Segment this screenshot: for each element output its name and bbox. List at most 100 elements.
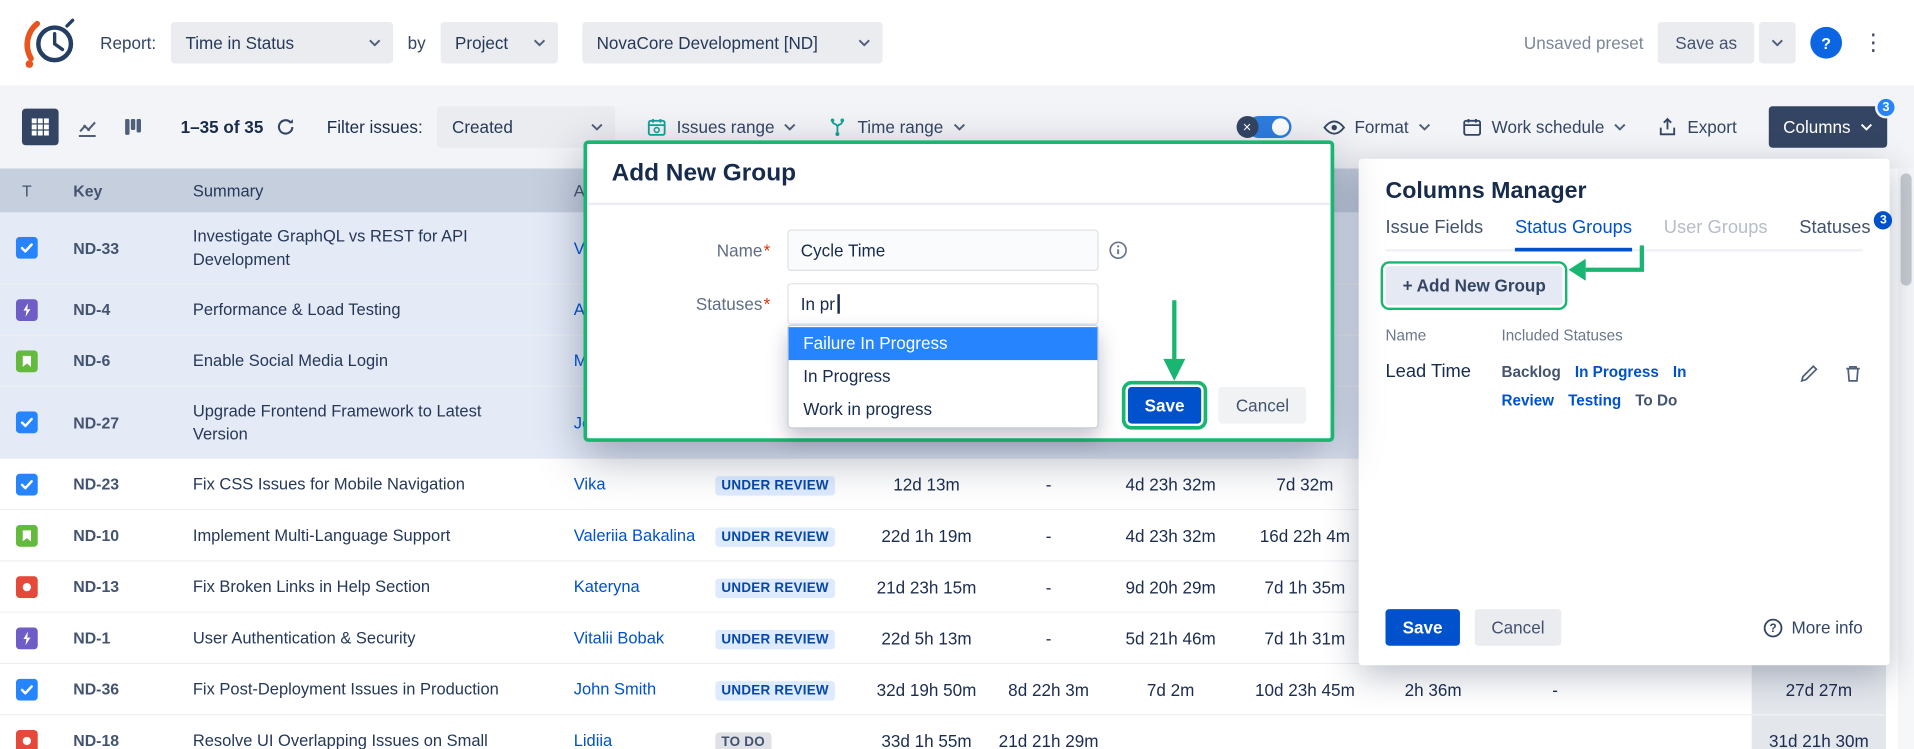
status-badge: TO DO xyxy=(715,732,771,749)
issue-summary[interactable]: Implement Multi-Language Support xyxy=(173,511,554,559)
export-icon xyxy=(1658,117,1678,137)
time-in-status-cell: - xyxy=(994,577,1104,597)
columns-button[interactable]: Columns 3 xyxy=(1768,106,1887,148)
statuses-input[interactable]: In pr xyxy=(787,283,1098,325)
table-row[interactable]: ND-36Fix Post-Deployment Issues in Produ… xyxy=(0,664,1886,715)
view-chart-button[interactable] xyxy=(68,109,105,146)
tab-status-groups[interactable]: Status Groups xyxy=(1515,217,1632,251)
col-summary-header[interactable]: Summary xyxy=(173,179,554,202)
total-time-cell: 31d 21h 30m xyxy=(1752,715,1886,749)
preset-status: Unsaved preset xyxy=(1524,33,1644,53)
issue-summary[interactable]: Resolve UI Overlapping Issues on Small xyxy=(173,717,554,749)
issue-assignee[interactable]: Vika xyxy=(554,475,708,493)
issue-key[interactable]: ND-13 xyxy=(54,577,174,595)
bug-icon xyxy=(16,576,38,598)
task-icon xyxy=(16,411,38,433)
issue-key[interactable]: ND-1 xyxy=(54,629,174,647)
dropdown-option[interactable]: Failure In Progress xyxy=(789,327,1098,360)
calendar-range-icon xyxy=(647,117,667,137)
results-count: 1–35 of 35 xyxy=(181,117,264,137)
issue-type-cell xyxy=(0,576,54,598)
bug-icon xyxy=(16,729,38,749)
save-as-chevron-button[interactable] xyxy=(1759,22,1796,64)
project-select[interactable]: NovaCore Development [ND] xyxy=(582,22,882,64)
more-menu-button[interactable]: ⋮ xyxy=(1857,31,1890,54)
issue-summary[interactable]: Fix CSS Issues for Mobile Navigation xyxy=(173,460,554,508)
text-cursor xyxy=(837,294,839,314)
report-type-select[interactable]: Time in Status xyxy=(171,22,393,64)
bolt-icon xyxy=(16,627,38,649)
tab-count-badge: 3 xyxy=(1874,211,1892,229)
issue-key[interactable]: ND-6 xyxy=(54,352,174,370)
tab-issue-fields[interactable]: Issue Fields xyxy=(1385,217,1483,251)
issue-summary[interactable]: Fix Post-Deployment Issues in Production xyxy=(173,665,554,713)
issue-key[interactable]: ND-18 xyxy=(54,731,174,749)
toggle-knob xyxy=(1271,118,1288,135)
chevron-down-icon xyxy=(591,123,603,130)
edit-group-button[interactable] xyxy=(1799,364,1819,384)
modal-cancel-button[interactable]: Cancel xyxy=(1219,387,1306,424)
work-schedule-button[interactable]: Work schedule xyxy=(1462,117,1626,137)
branch-icon xyxy=(828,117,848,137)
refresh-icon[interactable] xyxy=(276,117,296,137)
cm-footer: Save Cancel ? More info xyxy=(1359,609,1890,665)
dropdown-option[interactable]: In Progress xyxy=(789,360,1098,393)
issue-assignee[interactable]: Vitalii Bobak xyxy=(554,629,708,647)
issue-key[interactable]: ND-23 xyxy=(54,475,174,493)
more-info-label: More info xyxy=(1792,618,1863,638)
tab-label: Status Groups xyxy=(1515,217,1632,238)
issue-summary[interactable]: Upgrade Frontend Framework to Latest Ver… xyxy=(173,387,554,458)
panel-title: Columns Manager xyxy=(1385,178,1862,205)
issue-key[interactable]: ND-27 xyxy=(54,413,174,431)
cm-save-button[interactable]: Save xyxy=(1385,609,1459,646)
tab-statuses[interactable]: Statuses3 xyxy=(1799,217,1892,251)
delete-group-button[interactable] xyxy=(1843,364,1863,384)
help-button[interactable]: ? xyxy=(1810,27,1842,59)
clear-icon[interactable]: × xyxy=(1236,116,1258,138)
issue-summary[interactable]: Performance & Load Testing xyxy=(173,286,554,334)
name-input[interactable] xyxy=(787,229,1098,271)
format-button[interactable]: Format xyxy=(1323,117,1431,137)
issue-key[interactable]: ND-36 xyxy=(54,680,174,698)
scrollbar-thumb[interactable] xyxy=(1901,173,1912,285)
chevron-down-icon xyxy=(784,123,796,130)
col-key-header[interactable]: Key xyxy=(54,181,174,199)
cm-cancel-button[interactable]: Cancel xyxy=(1474,609,1561,646)
time-in-status-cell: 7d 32m xyxy=(1238,474,1372,494)
export-button[interactable]: Export xyxy=(1658,117,1737,137)
tab-label: Issue Fields xyxy=(1385,217,1483,238)
add-new-group-button[interactable]: + Add New Group xyxy=(1385,266,1562,305)
time-in-status-cell: - xyxy=(1494,679,1616,699)
issue-assignee[interactable]: Kateryna xyxy=(554,577,708,595)
more-info-link[interactable]: ? More info xyxy=(1762,617,1863,638)
issue-assignee[interactable]: Lidiia xyxy=(554,731,708,749)
issue-assignee[interactable]: John Smith xyxy=(554,680,708,698)
view-table-button[interactable] xyxy=(22,109,59,146)
status-badge: UNDER REVIEW xyxy=(715,629,835,649)
issue-assignee[interactable]: Valeriia Bakalina xyxy=(554,526,708,544)
issue-summary[interactable]: Investigate GraphQL vs REST for API Deve… xyxy=(173,212,554,283)
toggle-with-clear[interactable]: × xyxy=(1236,116,1291,138)
dropdown-option[interactable]: Work in progress xyxy=(789,393,1098,426)
issue-key[interactable]: ND-10 xyxy=(54,526,174,544)
task-icon xyxy=(16,473,38,495)
issue-status-cell: UNDER REVIEW xyxy=(708,473,859,495)
view-board-button[interactable] xyxy=(115,109,152,146)
issue-status-cell: UNDER REVIEW xyxy=(708,524,859,546)
issue-summary[interactable]: Fix Broken Links in Help Section xyxy=(173,563,554,611)
group-by-select[interactable]: Project xyxy=(440,22,557,64)
issue-key[interactable]: ND-33 xyxy=(54,239,174,257)
modal-save-button[interactable]: Save xyxy=(1128,387,1202,424)
issue-type-cell xyxy=(0,473,54,495)
save-as-button[interactable]: Save as xyxy=(1658,22,1754,64)
group-name: Lead Time xyxy=(1385,359,1501,385)
col-type-header[interactable]: T xyxy=(0,181,54,199)
table-row[interactable]: ND-18Resolve UI Overlapping Issues on Sm… xyxy=(0,715,1886,749)
issue-key[interactable]: ND-4 xyxy=(54,300,174,318)
issue-summary[interactable]: User Authentication & Security xyxy=(173,614,554,662)
issue-summary[interactable]: Enable Social Media Login xyxy=(173,337,554,385)
issues-range-button[interactable]: Issues range xyxy=(647,117,796,137)
time-range-button[interactable]: Time range xyxy=(828,117,965,137)
issue-type-cell xyxy=(0,678,54,700)
svg-text:?: ? xyxy=(1769,621,1776,634)
